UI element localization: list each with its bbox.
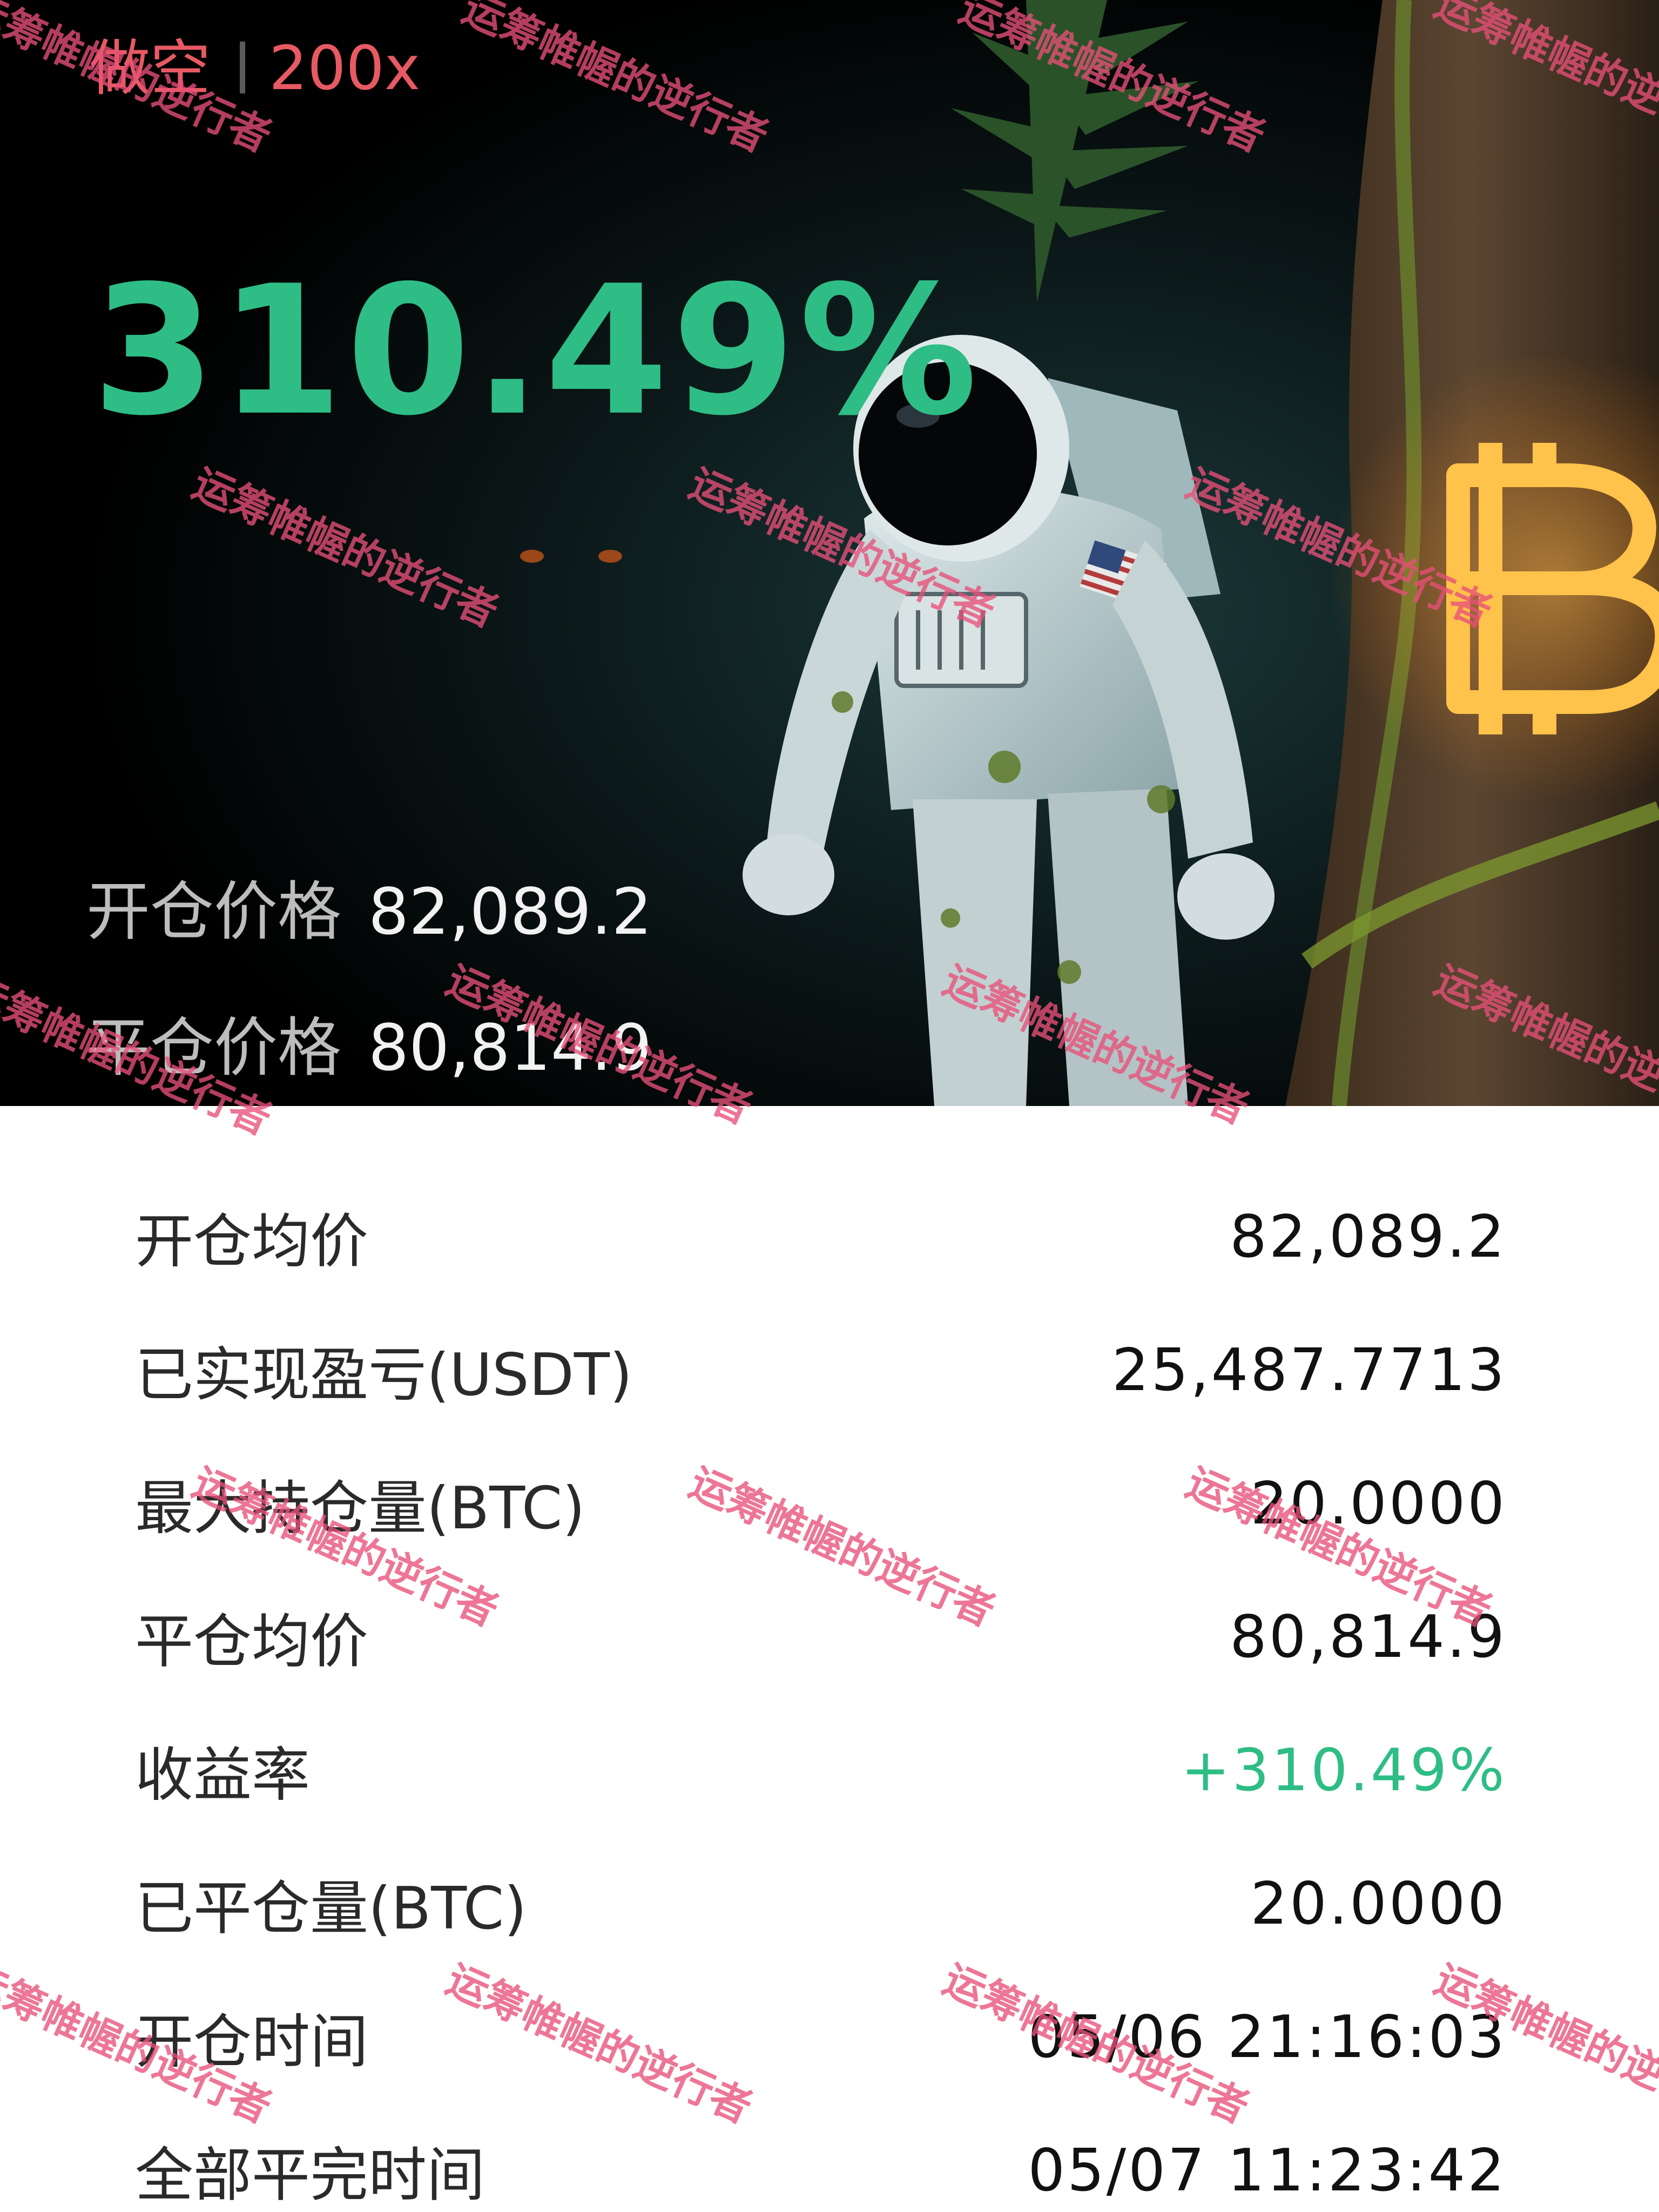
pnl-percent-large: 310.49%: [92, 247, 981, 455]
detail-value: 05/07 11:23:42: [1028, 2136, 1507, 2204]
detail-row-realized-pnl: 已实现盈亏(USDT) 25,487.7713: [135, 1330, 1507, 1411]
detail-row-fully-closed-time: 全部平完时间 05/07 11:23:42: [135, 2130, 1507, 2211]
detail-row-avg-close-price: 平仓均价 80,814.9: [135, 1596, 1507, 1677]
detail-row-open-time: 开仓时间 05/06 21:16:03: [135, 1997, 1507, 2078]
detail-row-return-rate: 收益率 +310.49%: [135, 1730, 1507, 1811]
detail-value: 80,814.9: [1230, 1603, 1507, 1671]
detail-label: 平仓均价: [135, 1608, 369, 1676]
detail-label: 开仓均价: [135, 1208, 369, 1276]
detail-label: 全部平完时间: [135, 2142, 485, 2209]
detail-label: 最大持仓量(BTC): [135, 1475, 585, 1542]
detail-value-positive: +310.49%: [1181, 1736, 1507, 1804]
direction-label: 做空: [90, 33, 211, 104]
detail-value: 05/06 21:16:03: [1028, 2003, 1507, 2071]
bitcoin-neon-icon: [1446, 443, 1659, 734]
open-price-label: 开仓价格: [86, 874, 342, 949]
position-direction-leverage: 做空 200x: [90, 33, 420, 104]
open-price-row: 开仓价格 82,089.2: [86, 874, 652, 949]
detail-label: 开仓时间: [135, 2008, 369, 2076]
share-card-hero: 做空 200x 310.49% 开仓价格 82,089.2 平仓价格 80,814.9: [0, 0, 1659, 1106]
detail-label: 已平仓量(BTC): [135, 1875, 527, 1943]
close-price-value: 80,814.9: [368, 1010, 652, 1085]
detail-label: 已实现盈亏(USDT): [135, 1341, 633, 1409]
open-price-value: 82,089.2: [368, 874, 652, 949]
detail-value: 20.0000: [1250, 1870, 1507, 1938]
leverage-label: 200x: [269, 33, 421, 104]
position-details-list: 开仓均价 82,089.2 已实现盈亏(USDT) 25,487.7713 最大…: [0, 1106, 1659, 2212]
detail-value: 82,089.2: [1230, 1203, 1507, 1271]
close-price-row: 平仓价格 80,814.9: [86, 1010, 652, 1085]
close-price-label: 平仓价格: [86, 1010, 342, 1085]
detail-row-avg-open-price: 开仓均价 82,089.2: [135, 1196, 1507, 1277]
detail-row-max-position: 最大持仓量(BTC) 20.0000: [135, 1463, 1507, 1544]
divider: [240, 42, 245, 93]
detail-value: 25,487.7713: [1111, 1336, 1507, 1404]
detail-label: 收益率: [135, 1742, 311, 1809]
detail-value: 20.0000: [1250, 1469, 1507, 1537]
detail-row-closed-amount: 已平仓量(BTC) 20.0000: [135, 1863, 1507, 1944]
position-history-screen: 做空 200x 310.49% 开仓价格 82,089.2 平仓价格 80,814.9…: [0, 0, 1659, 2212]
